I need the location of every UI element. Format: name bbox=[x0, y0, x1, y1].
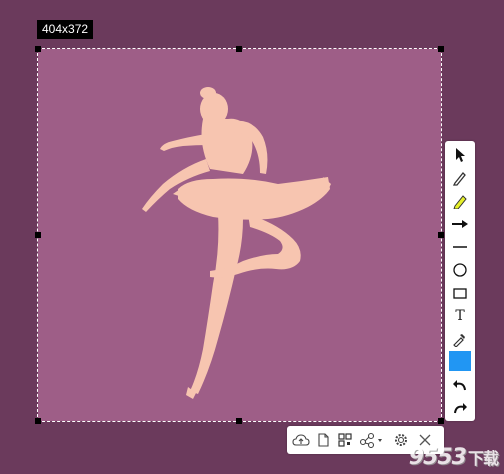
pen-tool-button[interactable] bbox=[448, 167, 472, 189]
arrow-right-icon bbox=[452, 220, 468, 228]
highlighter-icon bbox=[453, 195, 467, 209]
ellipse-tool-button[interactable] bbox=[448, 259, 472, 281]
resize-handle-bottom-left[interactable] bbox=[35, 418, 41, 424]
rectangle-icon bbox=[453, 288, 467, 299]
highlighter-tool-button[interactable] bbox=[448, 190, 472, 212]
line-icon bbox=[453, 246, 467, 248]
resize-handle-bottom-right[interactable] bbox=[438, 418, 444, 424]
qr-code-button[interactable] bbox=[335, 430, 355, 450]
circle-icon bbox=[453, 263, 467, 277]
arrow-tool-button[interactable] bbox=[448, 213, 472, 235]
capture-selection-area[interactable] bbox=[35, 46, 444, 424]
site-watermark: 9553 下载 bbox=[408, 445, 499, 470]
cloud-upload-icon bbox=[292, 434, 310, 446]
text-icon: T bbox=[455, 308, 465, 324]
annotation-toolbar: T bbox=[445, 141, 475, 421]
share-button[interactable] bbox=[359, 430, 385, 450]
ballerina-silhouette-image bbox=[142, 87, 331, 399]
undo-icon bbox=[453, 380, 466, 391]
rectangle-tool-button[interactable] bbox=[448, 282, 472, 304]
undo-button[interactable] bbox=[448, 373, 472, 395]
text-tool-button[interactable]: T bbox=[448, 305, 472, 327]
selection-size-label: 404x372 bbox=[37, 20, 94, 39]
resize-handle-top-left[interactable] bbox=[35, 46, 41, 52]
resize-handle-top-right[interactable] bbox=[438, 46, 444, 52]
eyedropper-icon bbox=[453, 334, 465, 347]
resize-handle-top[interactable] bbox=[236, 46, 242, 52]
color-picker-tool-button[interactable] bbox=[448, 328, 472, 350]
share-icon bbox=[359, 432, 382, 448]
line-tool-button[interactable] bbox=[448, 236, 472, 258]
copy-document-icon bbox=[318, 433, 329, 447]
redo-button[interactable] bbox=[448, 396, 472, 418]
pen-icon bbox=[452, 172, 466, 186]
qr-code-icon bbox=[338, 433, 352, 447]
resize-handle-bottom[interactable] bbox=[236, 418, 242, 424]
cursor-arrow-icon bbox=[456, 148, 465, 162]
copy-button[interactable] bbox=[313, 430, 333, 450]
redo-icon bbox=[454, 403, 467, 414]
current-color-swatch[interactable] bbox=[449, 351, 471, 371]
pointer-tool-button[interactable] bbox=[448, 144, 472, 166]
resize-handle-left[interactable] bbox=[35, 232, 41, 238]
gear-icon bbox=[395, 434, 407, 446]
upload-button[interactable] bbox=[291, 430, 311, 450]
resize-handle-right[interactable] bbox=[438, 232, 444, 238]
